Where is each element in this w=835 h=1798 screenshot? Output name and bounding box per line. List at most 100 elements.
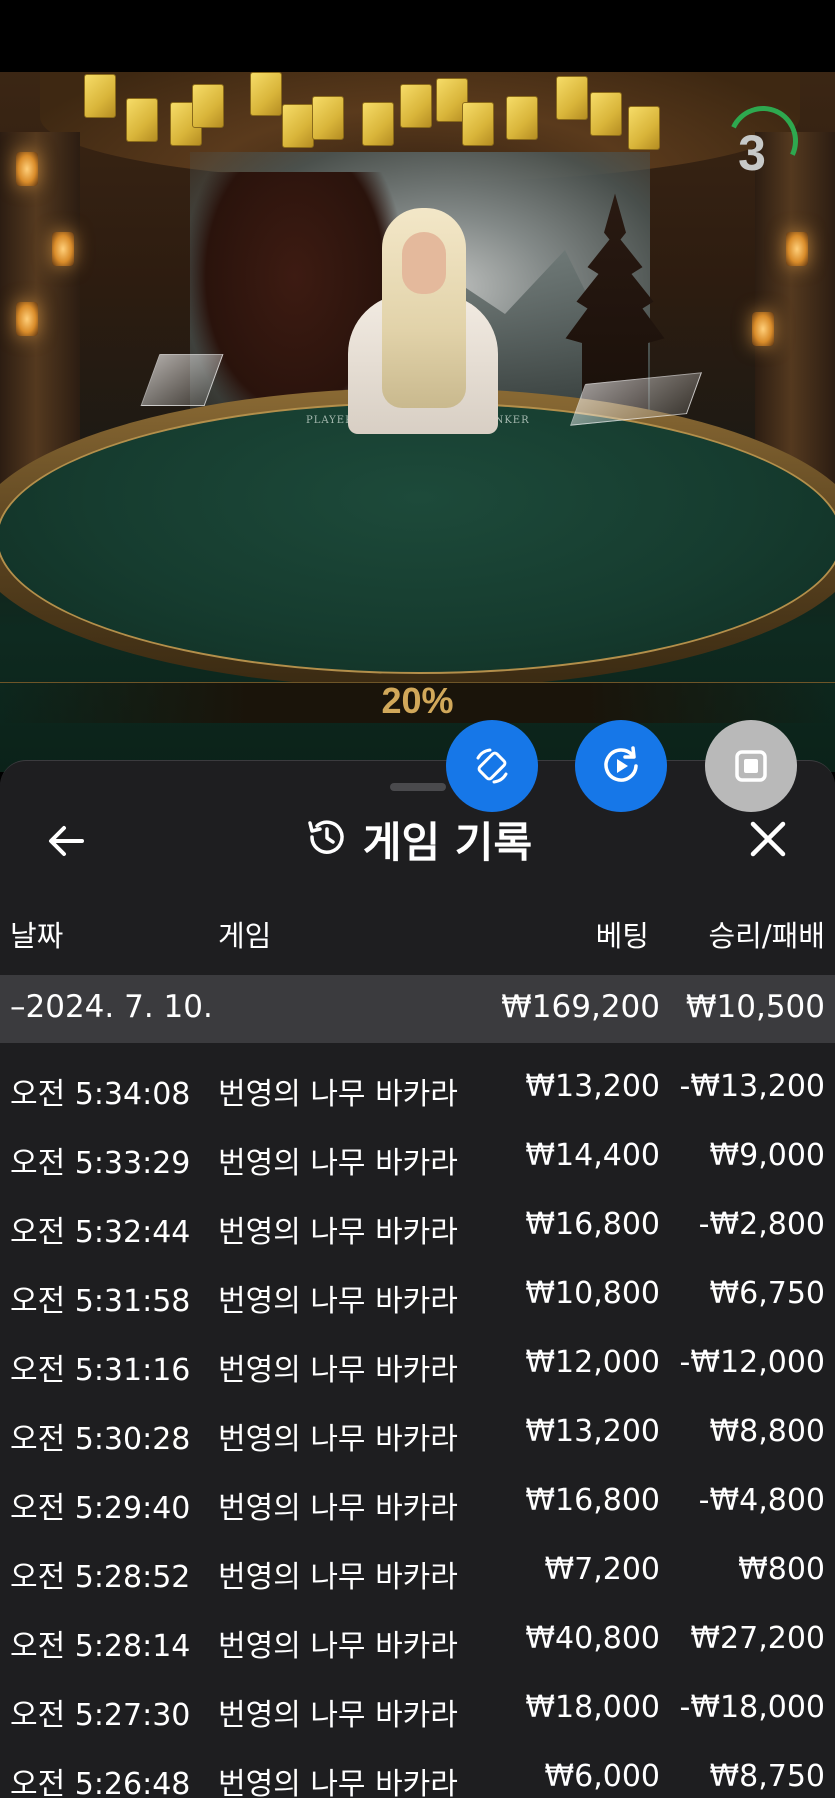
history-row[interactable]: 오전 5:29:40 번영의 나무 바카라 ₩16,800 -₩4,800 <box>0 1475 835 1544</box>
history-row[interactable]: 오전 5:34:08 번영의 나무 바카라 ₩13,200 -₩13,200 <box>0 1061 835 1130</box>
row-time: 오전 5:28:52 <box>10 1560 191 1595</box>
row-game: 번영의 나무 바카라 <box>218 1560 458 1595</box>
row-result: ₩800 <box>738 1552 825 1587</box>
rotate-device-icon <box>476 748 508 784</box>
row-bet: ₩6,000 <box>544 1759 660 1794</box>
row-game: 번영의 나무 바카라 <box>218 1767 458 1798</box>
history-row[interactable]: 오전 5:30:28 번영의 나무 바카라 ₩13,200 ₩8,800 <box>0 1406 835 1475</box>
history-list: 오전 5:34:08 번영의 나무 바카라 ₩13,200 -₩13,200 오… <box>0 1061 835 1798</box>
day-total-bet: ₩169,200 <box>501 989 660 1025</box>
row-time: 오전 5:27:30 <box>10 1698 191 1733</box>
hanging-card <box>192 84 224 128</box>
row-time: 오전 5:26:48 <box>10 1767 191 1798</box>
history-row[interactable]: 오전 5:31:58 번영의 나무 바카라 ₩10,800 ₩6,750 <box>0 1268 835 1337</box>
row-bet: ₩16,800 <box>525 1207 660 1242</box>
game-history-panel: 게임 기록 날짜 게임 베팅 승리/패배 –2024. 7. 10. ₩169,… <box>0 760 835 1798</box>
row-game: 번영의 나무 바카라 <box>218 1422 458 1457</box>
row-result: ₩27,200 <box>690 1621 825 1656</box>
countdown-timer: 3 <box>738 125 766 181</box>
row-game: 번영의 나무 바카라 <box>218 1491 458 1526</box>
row-bet: ₩16,800 <box>525 1483 660 1518</box>
row-bet: ₩18,000 <box>525 1690 660 1725</box>
hanging-card <box>282 104 314 148</box>
row-game: 번영의 나무 바카라 <box>218 1698 458 1733</box>
row-time: 오전 5:29:40 <box>10 1491 191 1526</box>
history-row[interactable]: 오전 5:26:48 번영의 나무 바카라 ₩6,000 ₩8,750 <box>0 1751 835 1798</box>
panel-header: 게임 기록 <box>0 807 835 871</box>
row-bet: ₩13,200 <box>525 1414 660 1449</box>
rotate-screen-button[interactable] <box>446 720 538 812</box>
lantern-icon <box>752 312 774 346</box>
status-bar <box>0 0 835 72</box>
history-row[interactable]: 오전 5:32:44 번영의 나무 바카라 ₩16,800 -₩2,800 <box>0 1199 835 1268</box>
close-button[interactable] <box>736 807 800 871</box>
row-time: 오전 5:34:08 <box>10 1077 191 1112</box>
row-result: -₩13,200 <box>679 1069 825 1104</box>
row-result: -₩18,000 <box>679 1690 825 1725</box>
row-time: 오전 5:31:58 <box>10 1284 191 1319</box>
stop-button[interactable] <box>705 720 797 812</box>
app-screen: PLAYER BANKER 3 20% 게임 기록 날짜 게임 베팅 승리/패배… <box>0 0 835 1798</box>
row-game: 번영의 나무 바카라 <box>218 1629 458 1664</box>
day-total-result: ₩10,500 <box>685 989 825 1025</box>
hanging-card <box>506 96 538 140</box>
row-result: ₩8,800 <box>709 1414 825 1449</box>
hanging-card <box>312 96 344 140</box>
stop-square-icon <box>735 750 767 782</box>
row-bet: ₩7,200 <box>544 1552 660 1587</box>
row-result: -₩12,000 <box>679 1345 825 1380</box>
row-result: -₩4,800 <box>698 1483 825 1518</box>
row-time: 오전 5:32:44 <box>10 1215 191 1250</box>
hanging-card <box>400 84 432 128</box>
row-game: 번영의 나무 바카라 <box>218 1284 458 1319</box>
baccarat-table <box>0 402 835 674</box>
day-summary-row[interactable]: –2024. 7. 10. ₩169,200 ₩10,500 <box>0 975 835 1043</box>
live-video[interactable]: PLAYER BANKER 3 20% <box>0 72 835 772</box>
row-time: 오전 5:31:16 <box>10 1353 191 1388</box>
dealer-face <box>402 232 446 294</box>
history-row[interactable]: 오전 5:28:14 번영의 나무 바카라 ₩40,800 ₩27,200 <box>0 1613 835 1682</box>
table-header: 날짜 게임 베팅 승리/패배 <box>0 913 835 963</box>
panel-title: 게임 기록 <box>362 817 533 867</box>
replay-button[interactable] <box>575 720 667 812</box>
column-header-result: 승리/패배 <box>708 919 826 953</box>
hanging-card <box>126 98 158 142</box>
row-result: ₩6,750 <box>709 1276 825 1311</box>
player-area-label: PLAYER <box>306 415 354 426</box>
history-row[interactable]: 오전 5:33:29 번영의 나무 바카라 ₩14,400 ₩9,000 <box>0 1130 835 1199</box>
day-date: –2024. 7. 10. <box>10 989 213 1025</box>
hanging-card <box>628 106 660 150</box>
row-bet: ₩12,000 <box>525 1345 660 1380</box>
row-bet: ₩40,800 <box>525 1621 660 1656</box>
replay-icon <box>604 746 638 782</box>
lantern-icon <box>52 232 74 266</box>
lantern-icon <box>16 302 38 336</box>
row-result: ₩9,000 <box>709 1138 825 1173</box>
row-bet: ₩14,400 <box>525 1138 660 1173</box>
history-icon <box>303 814 349 864</box>
row-game: 번영의 나무 바카라 <box>218 1215 458 1250</box>
lantern-icon <box>786 232 808 266</box>
hanging-card <box>462 102 494 146</box>
column-header-game: 게임 <box>218 919 272 953</box>
row-bet: ₩10,800 <box>525 1276 660 1311</box>
history-row[interactable]: 오전 5:28:52 번영의 나무 바카라 ₩7,200 ₩800 <box>0 1544 835 1613</box>
row-bet: ₩13,200 <box>525 1069 660 1104</box>
lantern-icon <box>16 152 38 186</box>
row-result: ₩8,750 <box>709 1759 825 1794</box>
column-header-bet: 베팅 <box>595 919 649 953</box>
row-result: -₩2,800 <box>698 1207 825 1242</box>
drag-handle[interactable] <box>390 783 446 791</box>
hanging-card <box>556 76 588 120</box>
row-time: 오전 5:30:28 <box>10 1422 191 1457</box>
hanging-card <box>250 72 282 116</box>
hanging-card <box>84 74 116 118</box>
row-time: 오전 5:28:14 <box>10 1629 191 1664</box>
row-game: 번영의 나무 바카라 <box>218 1077 458 1112</box>
history-row[interactable]: 오전 5:31:16 번영의 나무 바카라 ₩12,000 -₩12,000 <box>0 1337 835 1406</box>
hanging-card <box>590 92 622 136</box>
close-icon <box>750 821 786 857</box>
bonus-percentage: 20% <box>381 680 454 721</box>
hanging-card <box>362 102 394 146</box>
history-row[interactable]: 오전 5:27:30 번영의 나무 바카라 ₩18,000 -₩18,000 <box>0 1682 835 1751</box>
